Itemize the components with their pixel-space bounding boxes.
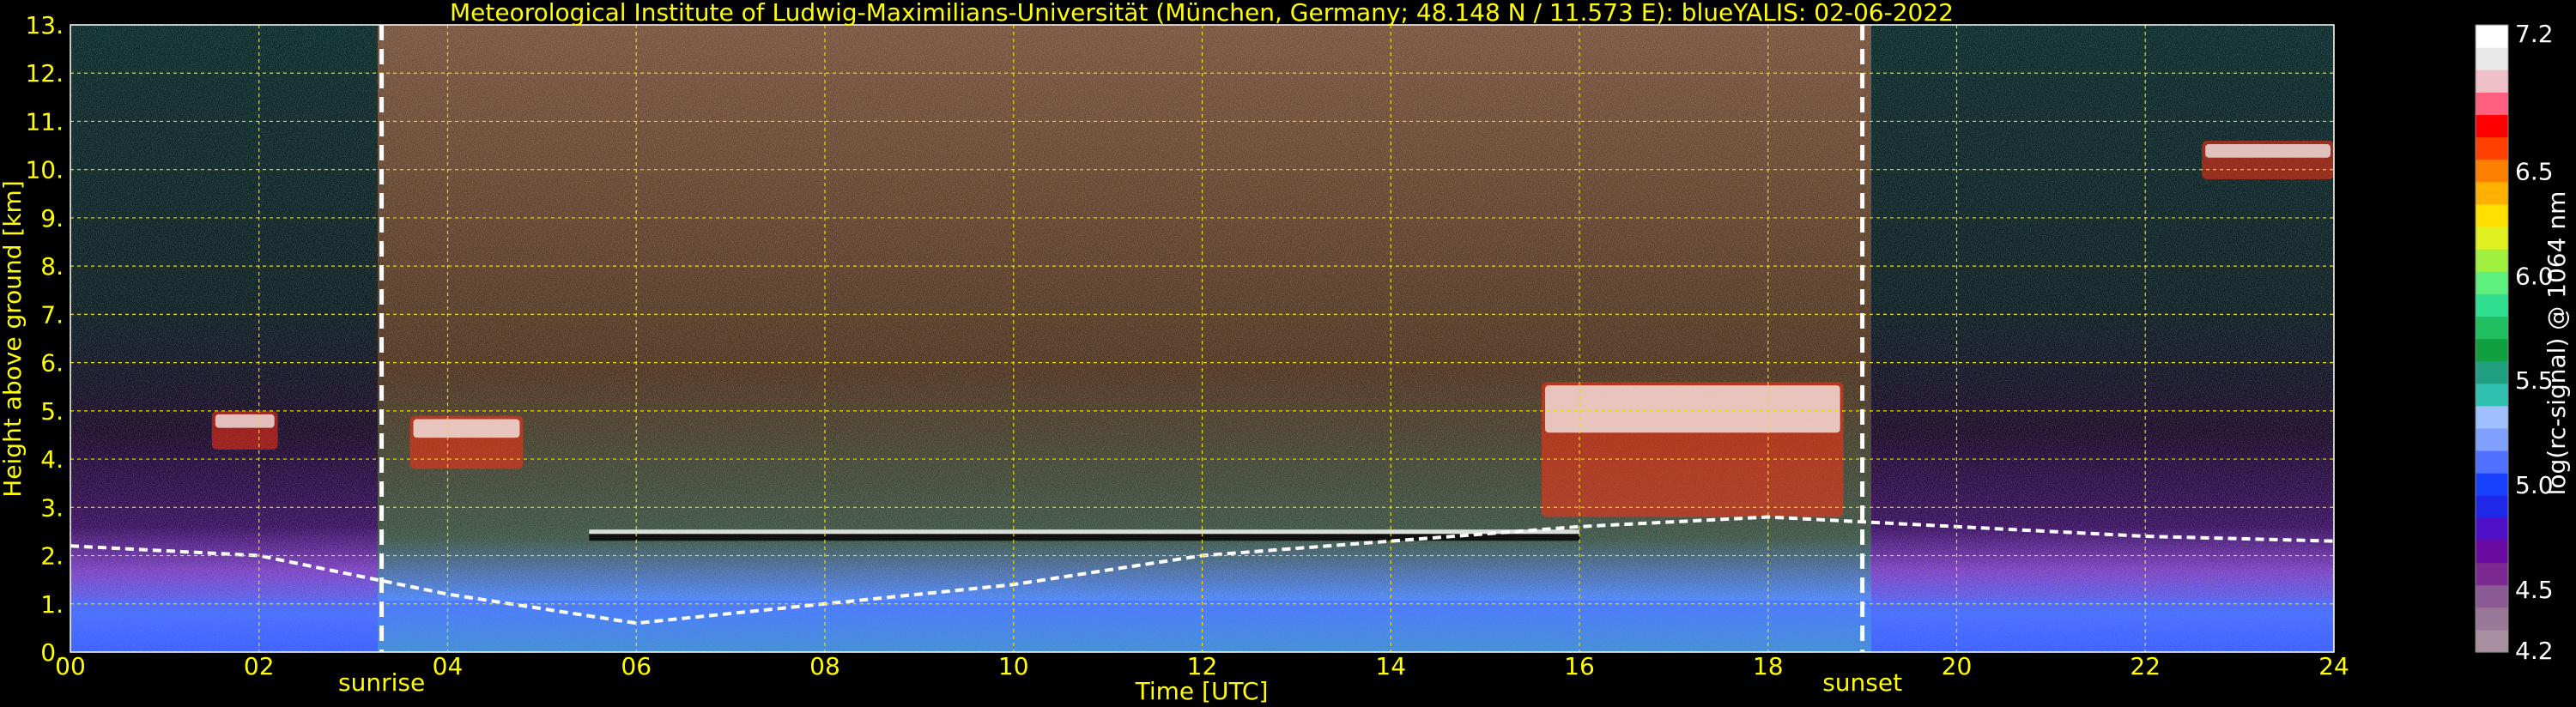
lidar-chart: 00 02 04 06 08 10 12 14 16 18 20 22 24 0.1.2.3.4.5.6… <box>0 0 2571 705</box>
colorbar-segment <box>2476 316 2508 340</box>
colorbar-segment <box>2476 427 2508 451</box>
colorbar-tick-label: 4.2 <box>2515 637 2554 665</box>
colorbar-segment <box>2476 629 2508 653</box>
x-tick-label: 06 <box>621 652 652 680</box>
colorbar-segment <box>2476 584 2508 608</box>
cloud-layer-edge <box>589 529 1579 535</box>
y-tick-label: 2. <box>40 542 64 571</box>
cloud-core <box>413 419 520 438</box>
y-tick-label: 12. <box>25 59 64 88</box>
colorbar-segment <box>2476 159 2508 183</box>
colorbar-label: log(rc-signal) @ 1064 nm <box>2543 191 2571 496</box>
y-tick-label: 8. <box>40 252 64 281</box>
y-tick-label: 0. <box>40 638 64 667</box>
y-tick-label: 5. <box>40 397 64 426</box>
y-tick-label: 13. <box>25 11 64 39</box>
x-tick-label: 20 <box>1942 652 1973 680</box>
x-tick-label: 04 <box>433 652 464 680</box>
colorbar-segment <box>2476 114 2508 138</box>
cloud-core <box>2205 143 2331 158</box>
colorbar <box>2475 24 2509 653</box>
colorbar-segment <box>2476 540 2508 564</box>
y-tick-label: 6. <box>40 349 64 378</box>
x-tick-label: 22 <box>2130 652 2161 680</box>
y-tick-label: 11. <box>25 107 64 136</box>
y-axis-label: Height above ground [km] <box>0 180 27 498</box>
x-tick-label: 08 <box>809 652 840 680</box>
colorbar-segment <box>2476 181 2508 205</box>
colorbar-tick-label: 4.5 <box>2515 576 2554 604</box>
colorbar-segment <box>2476 271 2508 294</box>
colorbar-segment <box>2476 136 2508 160</box>
colorbar-segment <box>2476 25 2508 48</box>
colorbar-segment <box>2476 383 2508 407</box>
x-tick-label: 24 <box>2318 652 2349 680</box>
colorbar-segment <box>2476 517 2508 541</box>
cloud-core <box>1545 385 1840 433</box>
x-tick-label: 14 <box>1375 652 1406 680</box>
x-axis-label: Time [UTC] <box>1135 677 1269 705</box>
y-tick-label: 1. <box>40 590 64 619</box>
signal-noise-texture <box>70 25 2334 652</box>
y-tick-label: 4. <box>40 445 64 474</box>
cloud-layer <box>589 534 1579 541</box>
y-tick-label: 3. <box>40 493 64 522</box>
y-axis-ticks: 0. 1. 2. 3. 4. 5. 6. 7. 8. 9. 10. 11. 12. 13. <box>25 11 64 667</box>
colorbar-segment <box>2476 405 2508 429</box>
cloud-core <box>215 414 275 428</box>
y-tick-label: 10. <box>25 156 64 184</box>
colorbar-segment <box>2476 562 2508 586</box>
colorbar-tick-label: 6.5 <box>2515 158 2554 186</box>
plot-area <box>70 25 2334 652</box>
colorbar-segment <box>2476 495 2508 518</box>
colorbar-segment <box>2476 47 2508 70</box>
colorbar-segment <box>2476 450 2508 474</box>
x-tick-label: 10 <box>998 652 1029 680</box>
colorbar-segment <box>2476 249 2508 272</box>
colorbar-segment <box>2476 338 2508 362</box>
colorbar-tick-label: 7.2 <box>2515 20 2554 48</box>
y-tick-label: 7. <box>40 300 64 329</box>
y-tick-label: 9. <box>40 204 64 233</box>
colorbar-segment <box>2476 360 2508 384</box>
colorbar-segment <box>2476 473 2508 496</box>
colorbar-segment <box>2476 293 2508 317</box>
annotations: sunrise sunset <box>338 668 1902 697</box>
x-tick-label: 02 <box>244 652 275 680</box>
sunrise-label: sunrise <box>338 668 425 697</box>
colorbar-segment <box>2476 607 2508 631</box>
colorbar-segment <box>2476 226 2508 250</box>
sunset-label: sunset <box>1822 668 1902 697</box>
chart-title: Meteorological Institute of Ludwig-Maxim… <box>450 0 1954 27</box>
colorbar-segment <box>2476 92 2508 116</box>
colorbar-segment <box>2476 69 2508 93</box>
colorbar-segment <box>2476 203 2508 227</box>
x-tick-label: 16 <box>1564 652 1595 680</box>
x-tick-label: 18 <box>1753 652 1784 680</box>
